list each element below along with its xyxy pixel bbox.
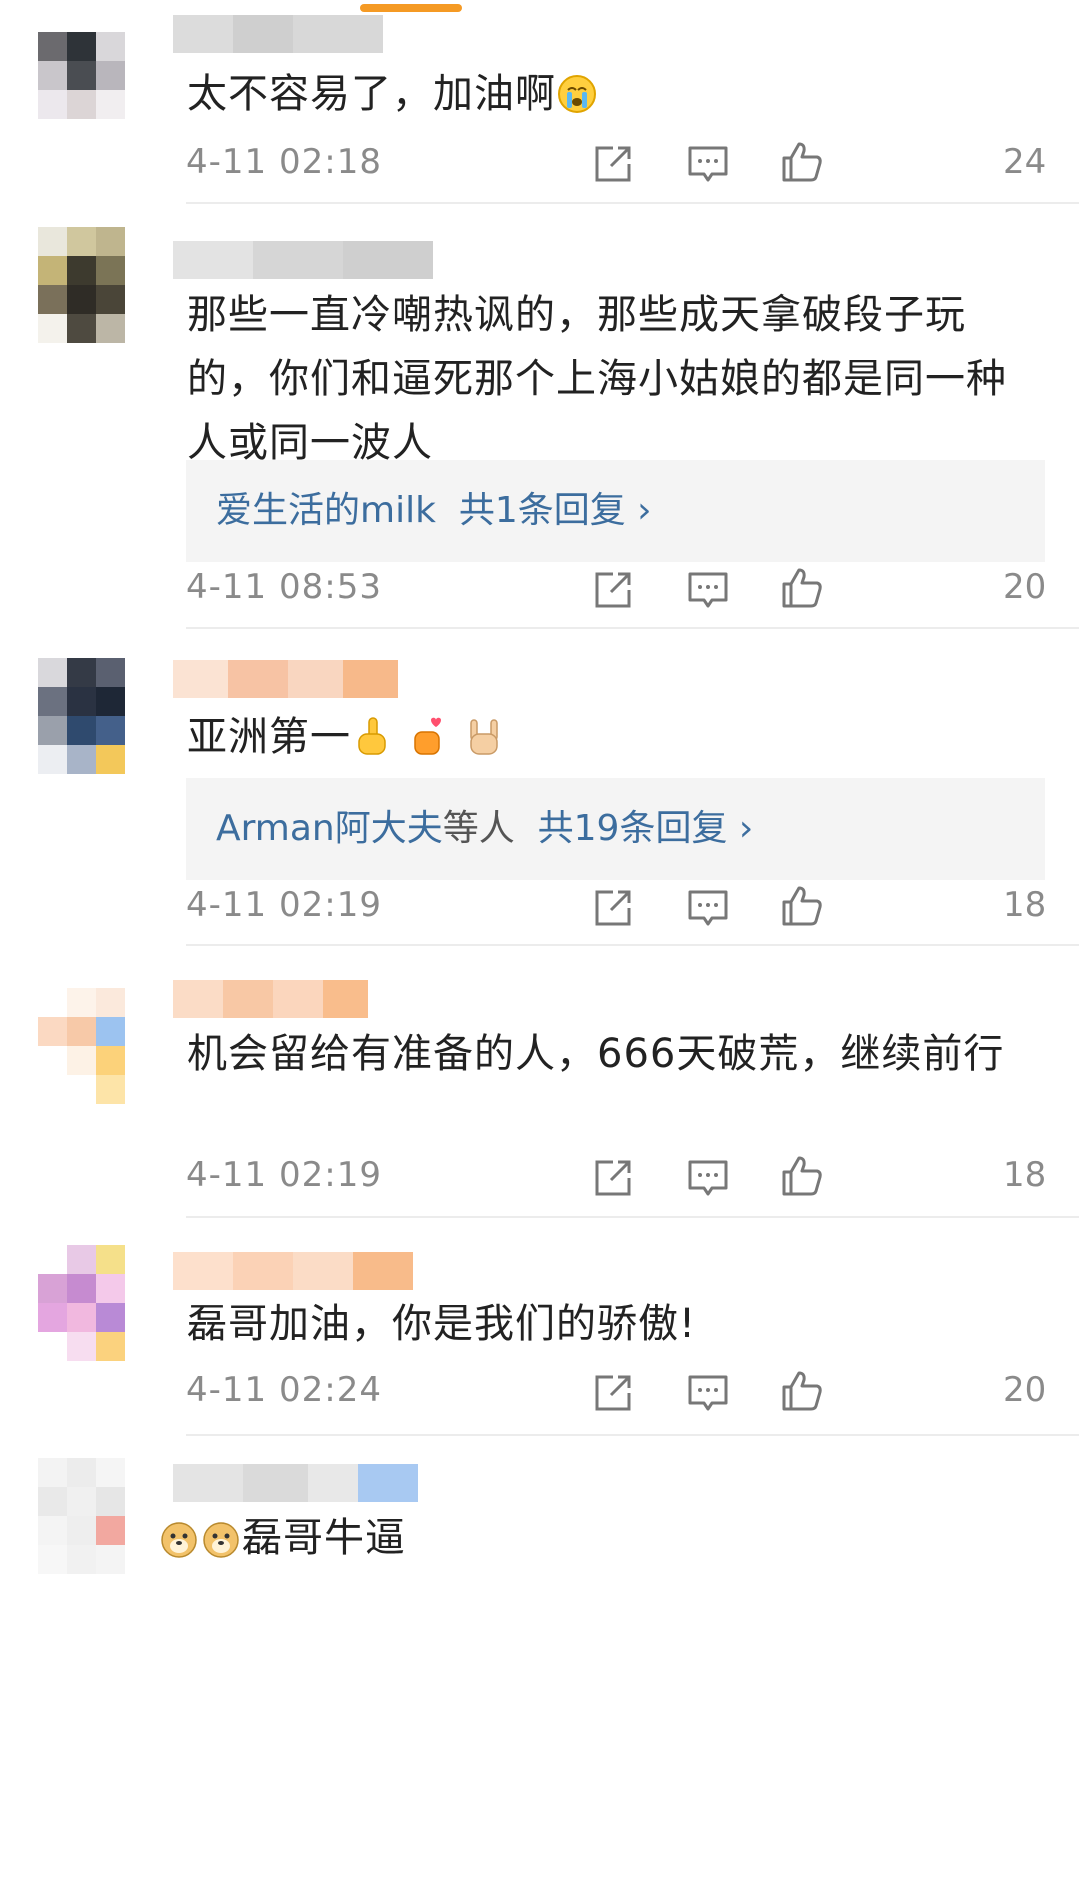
username-blurred[interactable] (173, 241, 433, 279)
comment-icon[interactable] (686, 568, 730, 612)
reply-suffix: 等人 (442, 808, 515, 849)
avatar[interactable] (38, 1245, 155, 1362)
comment-item: 磊哥加油，你是我们的骄傲! 4-11 02:24 20 (0, 1220, 1079, 1438)
avatar[interactable] (38, 32, 155, 149)
comment-time: 4-11 02:19 (186, 1155, 382, 1195)
like-count: 18 (1003, 1155, 1047, 1195)
comment-item: 亚洲第一 Arman阿大夫等人 共19条回复 › 4-11 02:19 18 (0, 630, 1079, 950)
comment-item: 太不容易了，加油啊 4-11 02:18 24 (0, 0, 1079, 205)
username-blurred[interactable] (173, 660, 398, 698)
username-blurred[interactable] (173, 1464, 418, 1502)
reply-users[interactable]: Arman阿大夫 (216, 808, 443, 849)
comment-icon[interactable] (686, 1156, 730, 1200)
comment-text: 磊哥牛逼 (158, 1506, 1018, 1570)
comment-text: 磊哥加油，你是我们的骄傲! (187, 1301, 697, 1347)
finger-up-emoji (358, 717, 386, 755)
reply-summary[interactable]: Arman阿大夫等人 共19条回复 › (216, 804, 753, 854)
divider (186, 944, 1079, 946)
divider (186, 202, 1079, 204)
avatar[interactable] (38, 227, 155, 344)
avatar[interactable] (38, 988, 155, 1105)
doge-emoji (203, 1522, 239, 1558)
avatar[interactable] (38, 1458, 155, 1575)
like-count: 20 (1003, 1370, 1047, 1410)
comment-time: 4-11 02:24 (186, 1370, 382, 1410)
comment-time: 4-11 02:19 (186, 885, 382, 925)
share-icon[interactable] (591, 1156, 635, 1200)
rock-on-hand-emoji (470, 719, 498, 755)
comment-time: 4-11 02:18 (186, 142, 382, 182)
reply-users[interactable]: 爱生活的milk (216, 490, 436, 531)
divider (186, 1216, 1079, 1218)
crying-face-emoji (558, 75, 596, 113)
comment-item: 机会留给有准备的人，666天破荒，继续前行 4-11 02:19 18 (0, 950, 1079, 1220)
like-count: 18 (1003, 885, 1047, 925)
comment-item: 那些一直冷嘲热讽的，那些成天拿破段子玩的，你们和逼死那个上海小姑娘的都是同一种人… (0, 205, 1079, 630)
thumbs-up-icon[interactable] (780, 140, 824, 184)
reply-count-link[interactable]: 共19条回复 › (538, 808, 754, 849)
comment-text: 太不容易了，加油啊 (187, 62, 1047, 126)
comment-icon[interactable] (686, 142, 730, 186)
comment-icon[interactable] (686, 886, 730, 930)
avatar[interactable] (38, 658, 155, 775)
share-icon[interactable] (591, 1371, 635, 1415)
share-icon[interactable] (591, 142, 635, 186)
comment-text: 亚洲第一 (187, 705, 1047, 769)
username-blurred[interactable] (173, 980, 368, 1018)
comment-text: 机会留给有准备的人，666天破荒，继续前行 (187, 1031, 1005, 1077)
share-icon[interactable] (591, 568, 635, 612)
reply-preview[interactable]: 爱生活的milk 共1条回复 › (186, 460, 1045, 562)
doge-emoji (161, 1522, 197, 1558)
comment-icon[interactable] (686, 1371, 730, 1415)
thumbs-up-icon[interactable] (780, 1154, 824, 1198)
thumbs-up-icon[interactable] (780, 884, 824, 928)
comment-item: 磊哥牛逼 (0, 1438, 1079, 1880)
like-count: 20 (1003, 567, 1047, 607)
divider (186, 627, 1079, 629)
heart-hands-emoji (414, 717, 441, 755)
reply-count-link[interactable]: 共1条回复 › (459, 490, 652, 531)
reply-preview[interactable]: Arman阿大夫等人 共19条回复 › (186, 778, 1045, 880)
share-icon[interactable] (591, 886, 635, 930)
comment-time: 4-11 08:53 (186, 567, 382, 607)
username-blurred[interactable] (173, 1252, 413, 1290)
thumbs-up-icon[interactable] (780, 566, 824, 610)
thumbs-up-icon[interactable] (780, 1369, 824, 1413)
comment-text: 那些一直冷嘲热讽的，那些成天拿破段子玩的，你们和逼死那个上海小姑娘的都是同一种人… (187, 292, 1007, 466)
like-count: 24 (1003, 142, 1047, 182)
divider (186, 1434, 1079, 1436)
reply-summary[interactable]: 爱生活的milk 共1条回复 › (216, 486, 652, 536)
username-blurred[interactable] (173, 15, 383, 53)
